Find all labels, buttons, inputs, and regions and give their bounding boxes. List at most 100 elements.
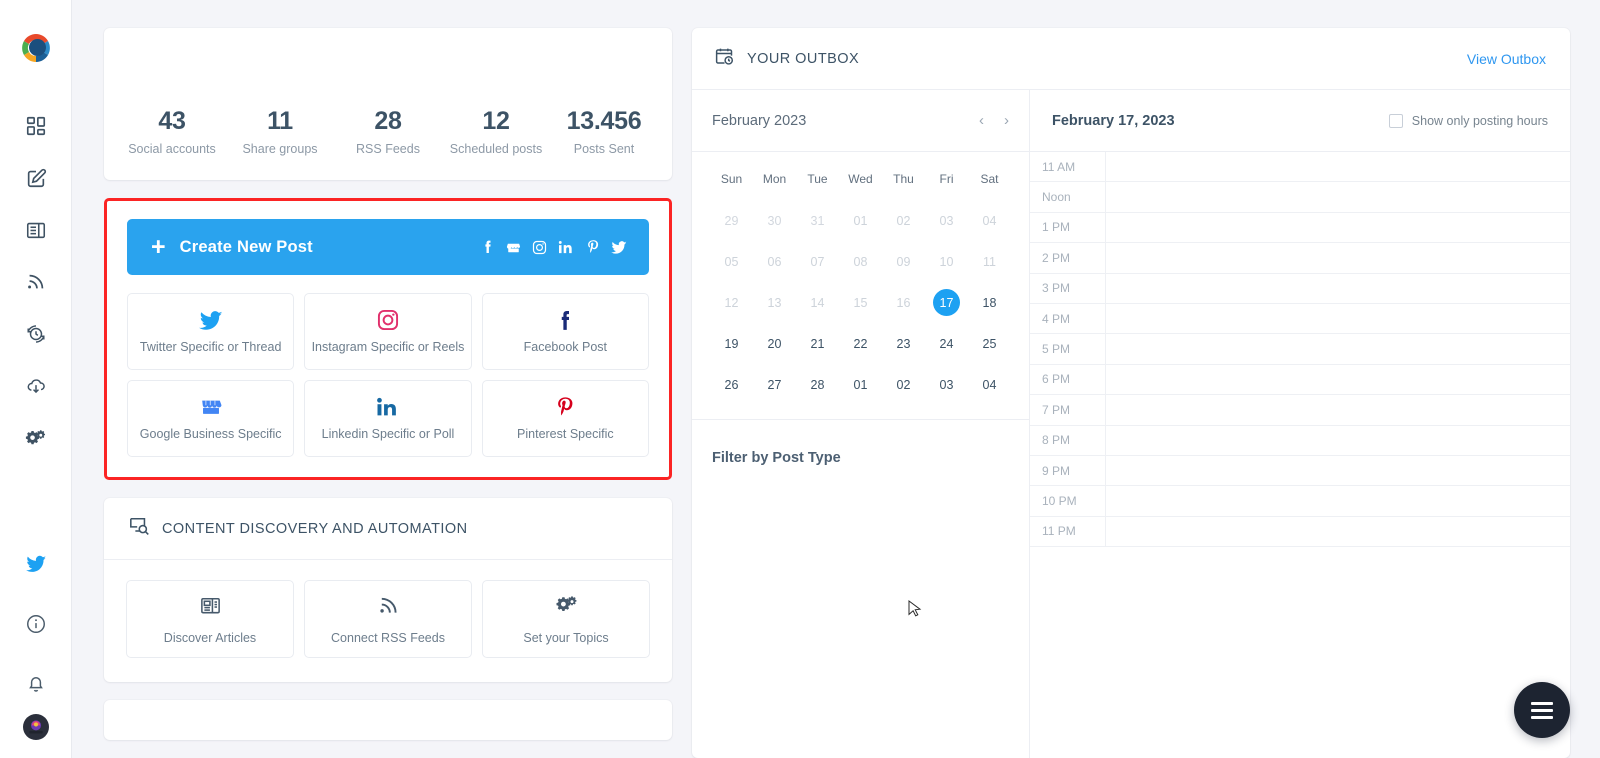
- sidebar-item-bulk-upload[interactable]: [16, 366, 56, 406]
- pinterest-icon: [586, 239, 600, 255]
- tile-label: Google Business Specific: [139, 427, 282, 441]
- calendar-day-14[interactable]: 14: [796, 282, 839, 323]
- calendar-day-28[interactable]: 28: [796, 364, 839, 405]
- calendar-day-02[interactable]: 02: [882, 364, 925, 405]
- time-slot-dropzone[interactable]: [1106, 304, 1570, 333]
- calendar-day-08[interactable]: 08: [839, 241, 882, 282]
- tile-linkedin-specific[interactable]: Linkedin Specific or Poll: [304, 380, 472, 457]
- sidebar-item-info[interactable]: [16, 604, 56, 644]
- calendar-day-15[interactable]: 15: [839, 282, 882, 323]
- calendar-day-03[interactable]: 03: [925, 364, 968, 405]
- calendar-day-21[interactable]: 21: [796, 323, 839, 364]
- time-slot-dropzone[interactable]: [1106, 395, 1570, 424]
- tile-connect-rss-feeds[interactable]: Connect RSS Feeds: [304, 580, 472, 658]
- calendar-day-04[interactable]: 04: [968, 200, 1011, 241]
- instagram-icon: [377, 309, 399, 331]
- time-slot-dropzone[interactable]: [1106, 456, 1570, 485]
- stat-value: 11: [267, 107, 293, 135]
- calendar-day-26[interactable]: 26: [710, 364, 753, 405]
- calendar-day-01[interactable]: 01: [839, 200, 882, 241]
- time-slot-dropzone[interactable]: [1106, 365, 1570, 394]
- calendar-day-12[interactable]: 12: [710, 282, 753, 323]
- menu-fab[interactable]: [1514, 682, 1570, 738]
- plus-icon: +: [151, 232, 166, 261]
- time-slot-dropzone[interactable]: [1106, 486, 1570, 515]
- calendar-day-19[interactable]: 19: [710, 323, 753, 364]
- sidebar-item-recurring[interactable]: [16, 314, 56, 354]
- calendar-next-button[interactable]: ›: [1004, 113, 1009, 128]
- calendar-week-row: 19 20 21 22 23 24 25: [710, 323, 1011, 364]
- posting-hours-checkbox[interactable]: [1388, 113, 1403, 128]
- sidebar-item-twitter[interactable]: [16, 544, 56, 584]
- time-slot-dropzone[interactable]: [1106, 152, 1570, 181]
- tile-facebook-post[interactable]: Facebook Post: [481, 293, 649, 370]
- calendar-day-01[interactable]: 01: [839, 364, 882, 405]
- calendar-day-04[interactable]: 04: [968, 364, 1011, 405]
- calendar-day-13[interactable]: 13: [753, 282, 796, 323]
- view-outbox-link[interactable]: View Outbox: [1467, 51, 1546, 67]
- dow-label: Sun: [720, 172, 743, 186]
- calendar-day-17[interactable]: 17: [925, 282, 968, 323]
- calendar-prev-button[interactable]: ‹: [979, 113, 984, 128]
- stat-scheduled-posts: 12 Scheduled posts: [442, 107, 550, 156]
- time-slot-dropzone[interactable]: [1106, 243, 1570, 272]
- sidebar-item-compose[interactable]: [16, 158, 56, 198]
- time-slot-dropzone[interactable]: [1106, 274, 1570, 303]
- tile-instagram-specific[interactable]: Instagram Specific or Reels: [304, 293, 472, 370]
- calendar-day-09[interactable]: 09: [882, 241, 925, 282]
- next-card-partial: [104, 700, 672, 740]
- show-posting-hours-toggle[interactable]: Show only posting hours: [1388, 113, 1548, 128]
- time-slot-dropzone[interactable]: [1106, 334, 1570, 363]
- calendar-day-07[interactable]: 07: [796, 241, 839, 282]
- tile-set-your-topics[interactable]: Set your Topics: [482, 580, 650, 658]
- rss-icon: [377, 594, 400, 622]
- dow-label: Sat: [980, 172, 999, 186]
- calendar-day-23[interactable]: 23: [882, 323, 925, 364]
- time-slot-label: 2 PM: [1030, 243, 1106, 273]
- time-slot: 11 PM: [1030, 516, 1570, 548]
- tile-google-business-specific[interactable]: Google Business Specific: [127, 380, 295, 457]
- outbox-header-left: YOUR OUTBOX: [714, 46, 859, 72]
- tile-discover-articles[interactable]: Discover Articles: [126, 580, 294, 658]
- stat-label: Social accounts: [128, 142, 216, 156]
- calendar-day-18[interactable]: 18: [968, 282, 1011, 323]
- calendar-day-20[interactable]: 20: [753, 323, 796, 364]
- time-slot-dropzone[interactable]: [1106, 213, 1570, 242]
- sidebar-item-dashboard[interactable]: [16, 106, 56, 146]
- calendar-day-27[interactable]: 27: [753, 364, 796, 405]
- calendar-day-05[interactable]: 05: [710, 241, 753, 282]
- time-slot-dropzone[interactable]: [1106, 517, 1570, 546]
- time-slot-dropzone[interactable]: [1106, 182, 1570, 211]
- calendar-day-30[interactable]: 30: [753, 200, 796, 241]
- avatar[interactable]: [23, 714, 49, 740]
- stat-value: 12: [482, 107, 510, 135]
- calendar-day-25[interactable]: 25: [968, 323, 1011, 364]
- sidebar-item-rss[interactable]: [16, 262, 56, 302]
- sidebar-item-notifications[interactable]: [16, 664, 56, 704]
- stats-card: 43 Social accounts 11 Share groups 28 RS…: [104, 28, 672, 180]
- calendar-day-29[interactable]: 29: [710, 200, 753, 241]
- calendar-day-16[interactable]: 16: [882, 282, 925, 323]
- calendar-day-06[interactable]: 06: [753, 241, 796, 282]
- calendar-day-24[interactable]: 24: [925, 323, 968, 364]
- time-slot: 5 PM: [1030, 334, 1570, 365]
- calendar-day-31[interactable]: 31: [796, 200, 839, 241]
- time-slot-dropzone[interactable]: [1106, 426, 1570, 455]
- create-new-post-button[interactable]: + Create New Post: [127, 219, 649, 275]
- tile-twitter-specific[interactable]: Twitter Specific or Thread: [127, 293, 295, 370]
- sidebar-item-content[interactable]: [16, 210, 56, 250]
- tile-label: Linkedin Specific or Poll: [321, 427, 455, 441]
- sidebar-item-settings[interactable]: [16, 418, 56, 458]
- calendar-day-11[interactable]: 11: [968, 241, 1011, 282]
- calendar-day-03[interactable]: 03: [925, 200, 968, 241]
- time-slot-label: 5 PM: [1030, 334, 1106, 364]
- dow-label: Fri: [939, 172, 954, 186]
- calendar-day-02[interactable]: 02: [882, 200, 925, 241]
- calendar-day-10[interactable]: 10: [925, 241, 968, 282]
- create-post-card: + Create New Post Twitter Specific or Th…: [104, 198, 672, 480]
- create-button-label: Create New Post: [179, 237, 313, 256]
- brand-logo[interactable]: [16, 28, 56, 68]
- time-slot: 4 PM: [1030, 303, 1570, 335]
- tile-pinterest-specific[interactable]: Pinterest Specific: [481, 380, 649, 457]
- calendar-day-22[interactable]: 22: [839, 323, 882, 364]
